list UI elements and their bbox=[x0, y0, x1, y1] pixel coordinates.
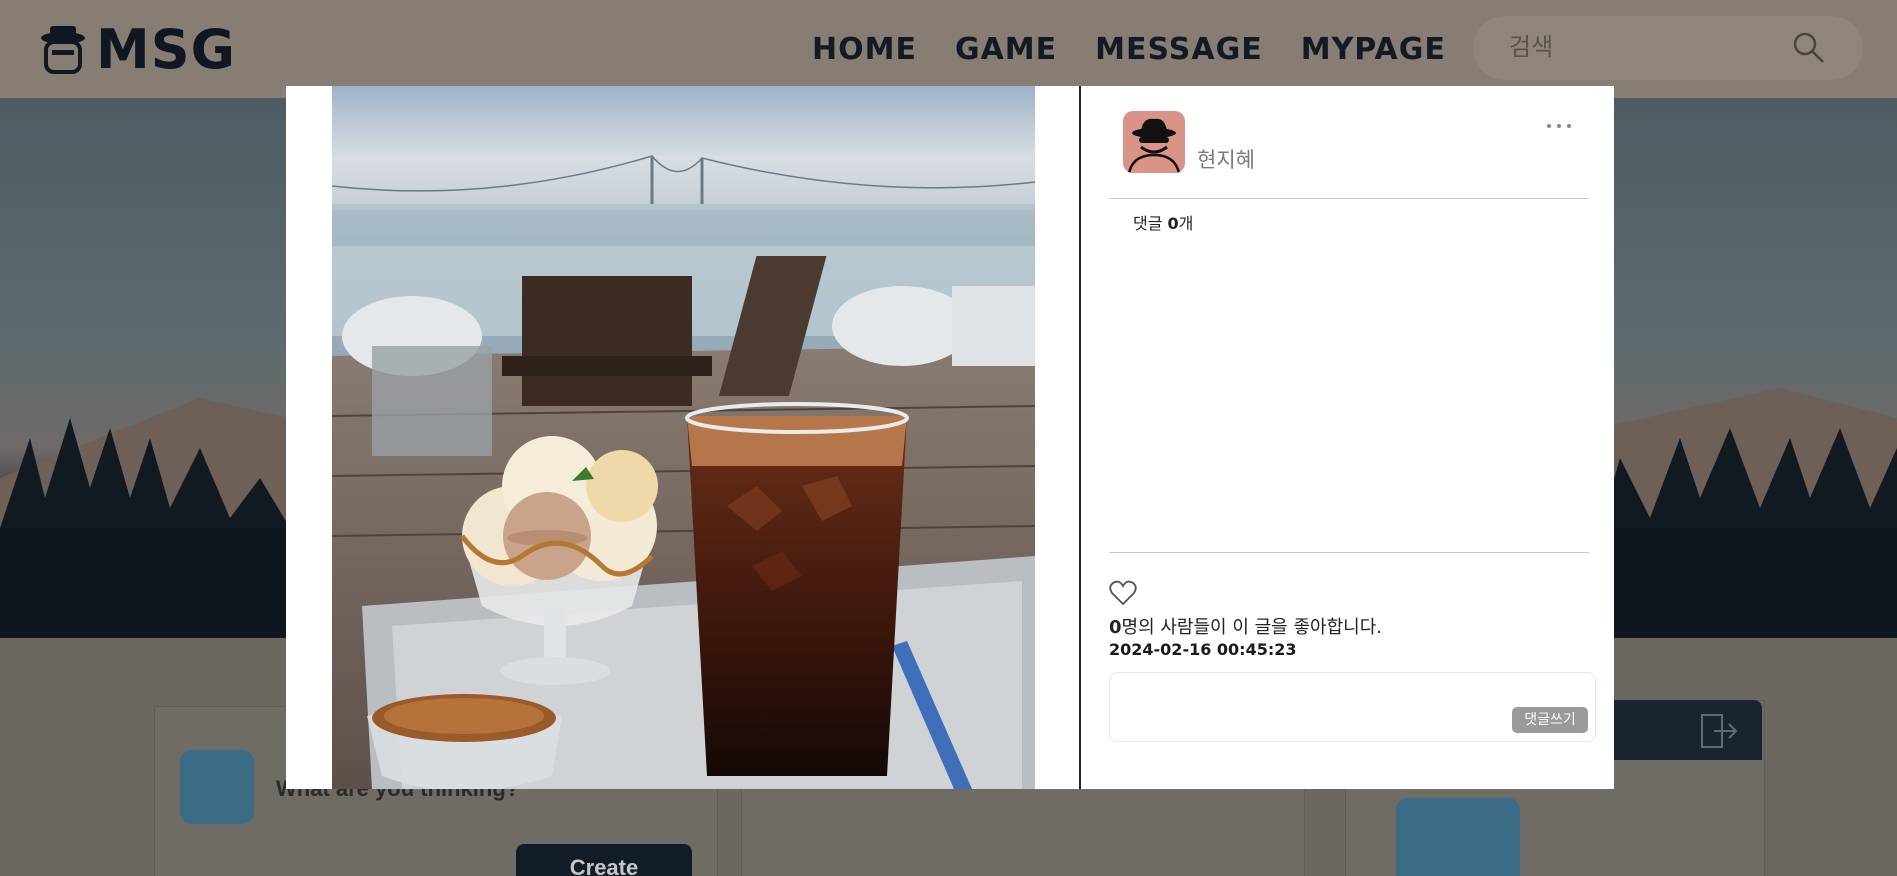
search-icon[interactable] bbox=[1791, 30, 1827, 66]
search-box bbox=[1473, 16, 1863, 80]
post-sidebar: 현지혜 댓글 0개 0명의 사람들이 이 글을 좋아합니다. 2024-02-1… bbox=[1083, 86, 1614, 789]
logo-hat-icon bbox=[41, 25, 85, 74]
spy-avatar-icon bbox=[1127, 118, 1181, 173]
post-photo bbox=[332, 86, 1035, 789]
top-navbar: MSG HOME GAME MESSAGE MYPAGE bbox=[0, 0, 1897, 98]
likes-count: 0 bbox=[1109, 617, 1122, 638]
post-detail-modal: 현지혜 댓글 0개 0명의 사람들이 이 글을 좋아합니다. 2024-02-1… bbox=[286, 86, 1614, 789]
likes-summary: 0명의 사람들이 이 글을 좋아합니다. bbox=[1109, 613, 1382, 639]
more-options-icon[interactable] bbox=[1547, 116, 1581, 136]
comment-count-number: 0 bbox=[1167, 214, 1179, 233]
post-date: 2024-02-16 00:45:23 bbox=[1109, 640, 1297, 659]
comment-submit-button[interactable]: 댓글쓰기 bbox=[1512, 707, 1588, 733]
post-photo-illustration bbox=[332, 86, 1035, 789]
comment-count-prefix: 댓글 bbox=[1133, 214, 1168, 233]
composer-avatar bbox=[180, 750, 254, 824]
nav-home[interactable]: HOME bbox=[812, 32, 917, 67]
nav-mypage[interactable]: MYPAGE bbox=[1301, 32, 1446, 67]
logout-icon[interactable] bbox=[1698, 712, 1740, 750]
logo[interactable]: MSG bbox=[38, 18, 236, 81]
comment-count: 댓글 0개 bbox=[1133, 210, 1193, 234]
comment-box: 댓글쓰기 bbox=[1109, 672, 1596, 742]
profile-avatar bbox=[1396, 798, 1520, 876]
nav-message[interactable]: MESSAGE bbox=[1095, 32, 1263, 67]
heart-icon[interactable] bbox=[1109, 580, 1137, 606]
create-button[interactable]: Create bbox=[516, 844, 692, 876]
more-options-dot bbox=[1567, 124, 1571, 128]
search-input[interactable] bbox=[1509, 32, 1789, 62]
author-avatar[interactable] bbox=[1123, 111, 1185, 173]
footer-divider bbox=[1109, 552, 1589, 553]
nav-game[interactable]: GAME bbox=[955, 32, 1057, 67]
comment-list bbox=[1109, 236, 1589, 636]
logo-text: MSG bbox=[96, 18, 236, 81]
header-divider bbox=[1109, 198, 1589, 199]
more-options-dot bbox=[1557, 124, 1561, 128]
author-name[interactable]: 현지혜 bbox=[1197, 144, 1255, 174]
post-image-area bbox=[286, 86, 1081, 789]
comment-count-suffix: 개 bbox=[1178, 214, 1194, 233]
main-nav: HOME GAME MESSAGE MYPAGE bbox=[812, 32, 1446, 67]
likes-suffix: 명의 사람들이 이 글을 좋아합니다. bbox=[1121, 617, 1382, 638]
comment-input[interactable] bbox=[1120, 681, 1500, 731]
more-options-dot bbox=[1547, 124, 1551, 128]
